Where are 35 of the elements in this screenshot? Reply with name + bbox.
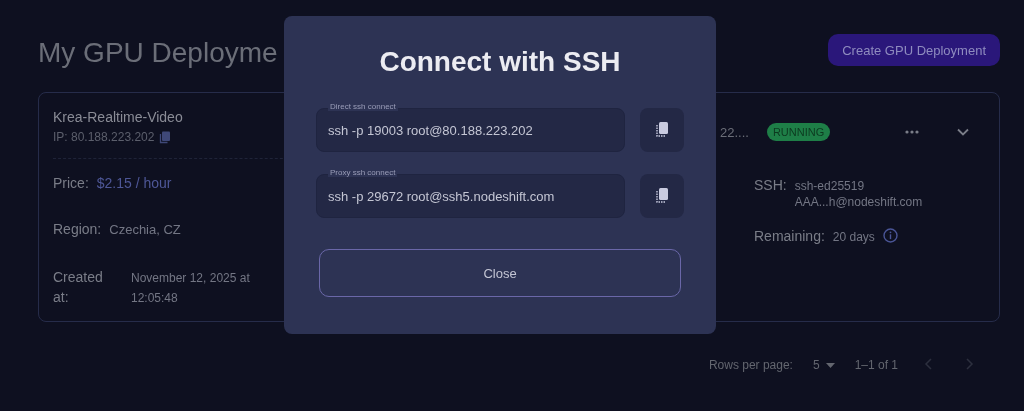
field-value: 20 days (832, 229, 875, 245)
copy-icon (654, 187, 670, 205)
copy-icon (654, 121, 670, 139)
chevron-left-icon (924, 357, 933, 370)
field-label: Created at: (53, 268, 104, 307)
status-badge: RUNNING (766, 123, 831, 141)
dialog-title: Connect with SSH (378, 46, 622, 78)
field-value: ssh -p 29672 root@ssh5.nodeshift.com (328, 188, 555, 204)
chevron-right-icon (965, 357, 974, 370)
copy-button[interactable] (640, 174, 684, 218)
field-label: SSH: (754, 177, 787, 193)
copy-button[interactable] (640, 108, 684, 152)
field-label: Price: (53, 175, 89, 191)
close-button[interactable]: Close (319, 249, 681, 297)
field-label: Direct ssh connect (328, 102, 398, 111)
field-label: Region: (53, 221, 102, 237)
price-value: $2.15 / hour (96, 175, 172, 191)
more-icon[interactable] (905, 130, 919, 134)
ip-address: IP: 80.188.223.202 (53, 130, 155, 144)
field-value: ssh-ed25519 AAA...h@nodeshift.com (794, 178, 924, 210)
field-value: Czechia, CZ (109, 221, 181, 237)
field-value: ssh -p 19003 root@80.188.223.202 (328, 122, 533, 138)
dropdown-arrow-icon (825, 362, 835, 368)
create-deployment-button[interactable]: Create GPU Deployment (828, 34, 1000, 66)
command-field[interactable]: ssh -p 19003 root@80.188.223.202 (316, 108, 625, 152)
page-title: My GPU Deployme (38, 36, 278, 69)
chevron-down-icon[interactable] (957, 128, 969, 136)
page-range: 1–1 of 1 (854, 358, 898, 372)
rows-per-page-label: Rows per page: (708, 358, 793, 372)
info-icon[interactable] (882, 228, 898, 243)
image-name: 22.... (720, 124, 749, 140)
field-value: November 12, 2025 at 12:05:48 (130, 270, 251, 307)
field-label: Proxy ssh connect (328, 168, 398, 177)
field-label: Remaining: (754, 228, 825, 244)
deployment-name: Krea-Realtime-Video (53, 109, 184, 125)
